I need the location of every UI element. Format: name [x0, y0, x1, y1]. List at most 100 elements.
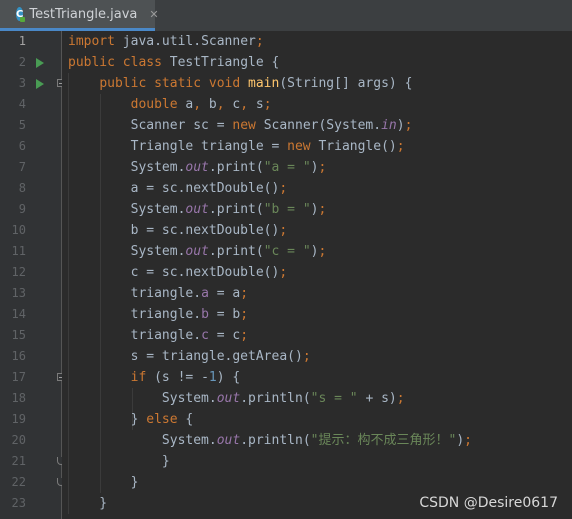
code-token: ;: [279, 223, 288, 238]
code-token: a: [201, 286, 209, 301]
line-number: 16: [11, 349, 26, 363]
code-line[interactable]: public static void main(String[] args) {: [68, 73, 412, 94]
tab-testtriangle-java[interactable]: C TestTriangle.java ✕: [0, 0, 159, 31]
gutter-row: 7: [0, 157, 62, 178]
code-token: Triangle triangle =: [68, 139, 288, 154]
code-token: }: [68, 412, 147, 427]
gutter-row: 6: [0, 136, 62, 157]
code-line[interactable]: b = sc.nextDouble();: [68, 220, 288, 241]
code-token: import: [68, 34, 123, 49]
line-number: 17: [11, 370, 26, 384]
code-token: Scanner sc =: [68, 118, 233, 133]
code-line[interactable]: double a, b, c, s;: [68, 94, 272, 115]
code-token: public static void: [99, 76, 249, 91]
code-token: ;: [240, 307, 249, 322]
code-token: out: [185, 244, 209, 259]
code-token: ;: [318, 244, 327, 259]
gutter-row: 9: [0, 199, 62, 220]
code-token: System.: [68, 160, 186, 175]
code-token: ;: [279, 265, 288, 280]
gutter-row: 14: [0, 304, 62, 325]
code-token: triangle.: [68, 286, 202, 301]
code-line[interactable]: System.out.print("a = ");: [68, 157, 327, 178]
gutter-row: 11: [0, 241, 62, 262]
tab-label: TestTriangle.java: [29, 6, 138, 22]
code-token: ;: [302, 349, 311, 364]
code-token: }: [68, 496, 108, 511]
code-token: (s != -: [154, 370, 209, 385]
code-token: if: [130, 370, 155, 385]
code-token: out: [216, 391, 241, 406]
code-line[interactable]: public class TestTriangle {: [68, 52, 279, 73]
code-token: ): [456, 433, 465, 448]
code-token: TestTriangle {: [169, 55, 280, 70]
code-token: ;: [396, 391, 405, 406]
code-line[interactable]: }: [68, 451, 170, 472]
gutter-row: 15: [0, 325, 62, 346]
code-token: .print(: [208, 202, 264, 217]
code-line[interactable]: System.out.print("b = ");: [68, 199, 327, 220]
gutter-row: 2: [0, 52, 62, 73]
code-token: out: [185, 160, 209, 175]
code-line[interactable]: c = sc.nextDouble();: [68, 262, 288, 283]
gutter-row: 13: [0, 283, 62, 304]
code-token: b = sc.nextDouble(): [68, 223, 280, 238]
code-line[interactable]: import java.util.Scanner;: [68, 31, 264, 52]
code-token: new: [287, 139, 319, 154]
line-number: 1: [18, 34, 26, 48]
code-line[interactable]: triangle.b = b;: [68, 304, 248, 325]
run-icon[interactable]: [36, 58, 44, 68]
line-number: 5: [18, 118, 26, 132]
run-icon[interactable]: [36, 79, 44, 89]
line-number: 14: [11, 307, 26, 321]
code-token: ;: [279, 181, 288, 196]
code-token: ;: [263, 97, 272, 112]
editor-tab-bar: C TestTriangle.java ✕: [0, 0, 572, 32]
code-token: ,: [240, 97, 256, 112]
code-token: Triangle(): [318, 139, 397, 154]
code-line[interactable]: triangle.a = a;: [68, 283, 248, 304]
code-token: = a: [208, 286, 241, 301]
line-number-gutter[interactable]: 1 2 3 4 5 6 7 8 9 10 11 12 13 14 15 16 17 18 19 20 21 22 23: [0, 31, 65, 519]
code-token: ;: [318, 202, 327, 217]
code-token: triangle.: [68, 328, 202, 343]
gutter-row: 19: [0, 409, 62, 430]
code-line[interactable]: System.out.print("c = ");: [68, 241, 327, 262]
code-token: ;: [404, 118, 413, 133]
code-line[interactable]: System.out.println("提示：构不成三角形！");: [68, 430, 472, 451]
code-token: = b: [208, 307, 241, 322]
code-token: "c = ": [263, 244, 311, 259]
line-number: 23: [11, 496, 26, 510]
code-token: .println(: [240, 433, 311, 448]
code-line[interactable]: System.out.println("s = " + s);: [68, 388, 405, 409]
gutter-row: 16: [0, 346, 62, 367]
code-line[interactable]: } else {: [68, 409, 194, 430]
code-line[interactable]: }: [68, 472, 139, 493]
code-token: (String[] args) {: [279, 76, 413, 91]
code-token: main: [248, 76, 280, 91]
code-line[interactable]: triangle.c = c;: [68, 325, 248, 346]
gutter-row: 1: [0, 31, 62, 52]
code-token: "提示：构不成三角形！": [310, 433, 457, 448]
class-c-icon: C: [16, 7, 26, 22]
code-line[interactable]: a = sc.nextDouble();: [68, 178, 288, 199]
gutter-row: 12: [0, 262, 62, 283]
code-token: public class: [68, 55, 170, 70]
code-token: + s): [365, 391, 397, 406]
code-token: "s = ": [310, 391, 366, 406]
gutter-row: 21: [0, 451, 65, 472]
code-token: double: [130, 97, 186, 112]
code-line[interactable]: }: [68, 493, 107, 514]
code-line[interactable]: if (s != -1) {: [68, 367, 241, 388]
code-token: b: [208, 97, 217, 112]
close-icon[interactable]: ✕: [149, 8, 158, 21]
code-line[interactable]: s = triangle.getArea();: [68, 346, 311, 367]
code-token: ;: [240, 328, 249, 343]
code-line[interactable]: Triangle triangle = new Triangle();: [68, 136, 405, 157]
code-token: .print(: [208, 160, 264, 175]
code-token: s: [255, 97, 264, 112]
code-line[interactable]: Scanner sc = new Scanner(System.in);: [68, 115, 413, 136]
line-number: 11: [11, 244, 26, 258]
code-token: in: [381, 118, 397, 133]
